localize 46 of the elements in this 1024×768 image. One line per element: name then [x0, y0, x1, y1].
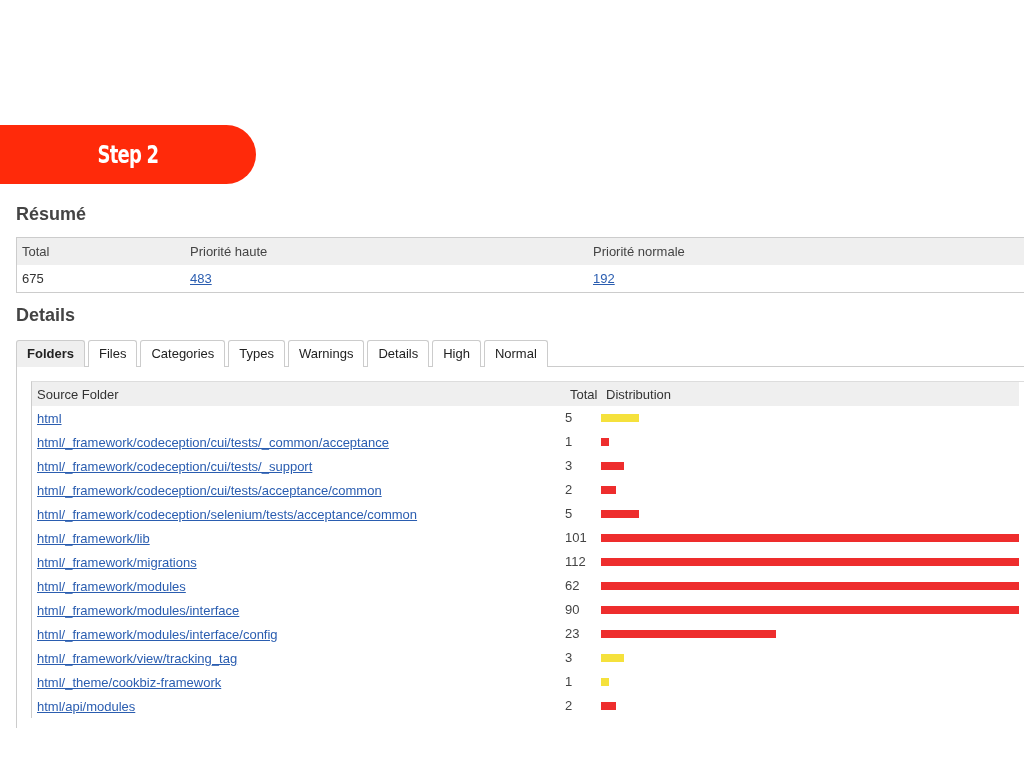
- table-cell-text: 90: [565, 601, 581, 619]
- column-header: Priorité normale: [588, 238, 1024, 265]
- column-header: Total: [17, 238, 185, 265]
- tab[interactable]: Warnings: [288, 340, 365, 367]
- folder-link[interactable]: html: [37, 411, 62, 426]
- folder-link[interactable]: html/_framework/migrations: [37, 555, 197, 570]
- step-title: Step 2: [97, 140, 159, 169]
- folder-link[interactable]: html/_framework/modules/interface: [37, 603, 240, 618]
- table-cell-text: 101: [565, 529, 588, 547]
- table-cell-text: 1: [565, 673, 574, 691]
- column-header: Source Folder: [32, 382, 565, 406]
- folder-link[interactable]: html/_framework/modules: [37, 579, 186, 594]
- table-cell-text: 23: [565, 625, 581, 643]
- count-link[interactable]: 483: [190, 271, 212, 286]
- table-cell-text: 3: [565, 649, 574, 667]
- tab[interactable]: Files: [87, 340, 138, 367]
- folder-link[interactable]: html/_framework/codeception/cui/tests/_common/acceptance: [37, 435, 389, 450]
- folder-link[interactable]: html/api/modules: [37, 699, 136, 714]
- folder-link[interactable]: html/_framework/view/tracking_tag: [37, 651, 238, 666]
- column-header: Priorité haute: [185, 238, 588, 265]
- tab[interactable]: Folders: [16, 340, 85, 367]
- column-header: Total: [565, 382, 601, 406]
- folder-link[interactable]: html/_framework/modules/interface/config: [37, 627, 278, 642]
- section-title: Résumé: [16, 204, 88, 225]
- table-cell-text: 2: [565, 697, 574, 715]
- folder-link[interactable]: html/_framework/codeception/cui/tests/acceptance/common: [37, 483, 382, 498]
- table-cell-text: 2: [565, 481, 574, 499]
- tab[interactable]: Types: [228, 340, 285, 367]
- table-cell-text: 1: [565, 433, 574, 451]
- table-cell-text: 62: [565, 577, 581, 595]
- section-title: Details: [16, 305, 77, 326]
- tab[interactable]: Normal: [483, 340, 548, 367]
- folder-link[interactable]: html/_framework/lib: [37, 531, 150, 546]
- tab[interactable]: Details: [367, 340, 430, 367]
- folder-link[interactable]: html/_framework/codeception/selenium/tests/acceptance/common: [37, 507, 418, 522]
- tab[interactable]: High: [432, 340, 481, 367]
- folder-link[interactable]: html/_framework/codeception/cui/tests/_support: [37, 459, 313, 474]
- table-cell: 675: [22, 271, 44, 286]
- table-cell-text: 112: [565, 553, 587, 571]
- column-header: Distribution: [601, 382, 1019, 406]
- table-cell-text: 3: [565, 457, 574, 475]
- table-cell-text: 5: [565, 505, 574, 523]
- table-cell-text: 5: [565, 409, 574, 427]
- count-link[interactable]: 192: [593, 271, 615, 286]
- folder-link[interactable]: html/_theme/cookbiz-framework: [37, 675, 222, 690]
- tab[interactable]: Categories: [140, 340, 226, 367]
